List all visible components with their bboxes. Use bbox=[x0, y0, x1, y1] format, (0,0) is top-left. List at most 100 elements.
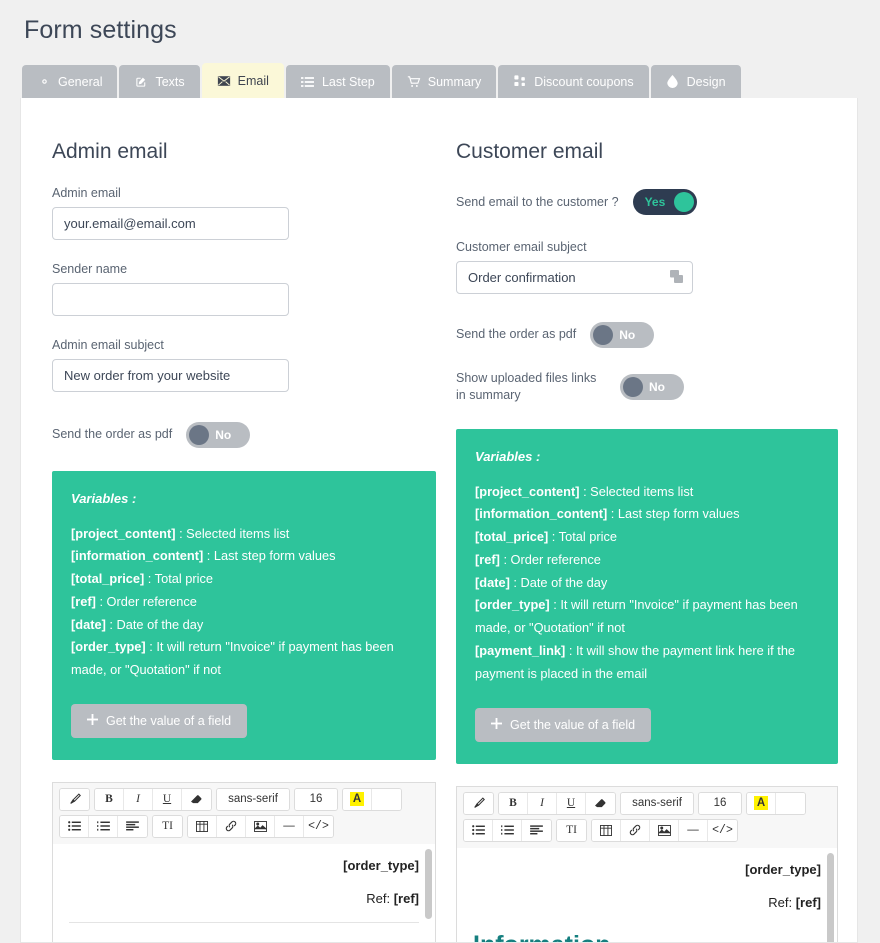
eraser-icon[interactable] bbox=[586, 792, 615, 814]
admin-pdf-toggle-row: Send the order as pdf No bbox=[52, 421, 452, 448]
variable-name: [ref] bbox=[71, 593, 96, 609]
link-icon[interactable] bbox=[621, 819, 650, 841]
variable-item: [project_content] : Selected items list bbox=[475, 481, 819, 504]
customer-editor-line-2: Ref: [ref] bbox=[473, 893, 821, 913]
admin-subject-label: Admin email subject bbox=[52, 337, 164, 352]
tab-summary[interactable]: Summary bbox=[391, 65, 497, 98]
toolbar-group: B I U bbox=[94, 787, 212, 811]
link-icon[interactable] bbox=[217, 815, 246, 837]
text-color-button[interactable]: A bbox=[747, 792, 776, 814]
admin-editor-toolbar: B I U sans-serif 16 A TI — </> bbox=[53, 782, 435, 844]
ordered-list-icon[interactable] bbox=[89, 815, 118, 837]
toolbar-row-2: TI — </> bbox=[463, 818, 831, 842]
list-icon bbox=[301, 75, 315, 89]
toolbar-row-1: B I U sans-serif 16 A bbox=[463, 791, 831, 815]
font-family-select[interactable]: sans-serif bbox=[217, 788, 289, 810]
editor-scrollbar[interactable] bbox=[425, 848, 432, 919]
duplicate-icon[interactable] bbox=[669, 269, 685, 285]
extra-button[interactable] bbox=[372, 788, 401, 810]
font-size-select[interactable]: 16 bbox=[295, 788, 337, 810]
admin-subject-input[interactable] bbox=[52, 358, 289, 392]
customer-send-toggle-row: Send email to the customer ? Yes bbox=[456, 189, 856, 215]
ref-value: [ref] bbox=[795, 894, 821, 910]
bold-button[interactable]: B bbox=[499, 792, 528, 814]
image-icon[interactable] bbox=[650, 819, 679, 841]
horizontal-rule-icon[interactable]: — bbox=[275, 815, 304, 837]
variable-name: [ref] bbox=[475, 551, 500, 567]
table-icon[interactable] bbox=[592, 819, 621, 841]
customer-editor-content[interactable]: [order_type] Ref: [ref] Information bbox=[457, 847, 837, 942]
admin-get-field-button[interactable]: Get the value of a field bbox=[71, 703, 248, 738]
admin-email-input[interactable] bbox=[52, 206, 289, 240]
toolbar-group: — </> bbox=[187, 814, 334, 838]
variable-desc: : Date of the day bbox=[509, 574, 608, 590]
scissors-icon bbox=[513, 75, 527, 89]
admin-editor-content[interactable]: [order_type] Ref: [ref] bbox=[53, 843, 435, 942]
variable-name: [total_price] bbox=[71, 571, 145, 587]
align-icon[interactable] bbox=[118, 815, 147, 837]
customer-get-field-button[interactable]: Get the value of a field bbox=[475, 707, 652, 742]
customer-uploads-toggle[interactable]: No bbox=[620, 373, 684, 400]
admin-get-field-label: Get the value of a field bbox=[106, 713, 232, 728]
unordered-list-icon[interactable] bbox=[464, 819, 493, 841]
editor-scrollbar[interactable] bbox=[827, 852, 834, 942]
variable-item: [project_content] : Selected items list bbox=[71, 523, 417, 546]
admin-variables-panel: Variables : [project_content] : Selected… bbox=[52, 470, 436, 760]
font-size-select[interactable]: 16 bbox=[699, 792, 741, 814]
underline-button[interactable]: U bbox=[153, 788, 182, 810]
variable-item: [information_content] : Last step form v… bbox=[475, 503, 819, 526]
tab-design-label: Design bbox=[686, 74, 726, 89]
bold-button[interactable]: B bbox=[95, 788, 124, 810]
horizontal-rule-icon[interactable]: — bbox=[679, 819, 708, 841]
customer-editor-line-1: [order_type] bbox=[745, 861, 821, 877]
tab-texts[interactable]: Texts bbox=[119, 65, 200, 98]
tab-general-label: General bbox=[58, 74, 103, 89]
tab-email[interactable]: Email bbox=[201, 63, 284, 98]
toolbar-group: TI bbox=[556, 818, 587, 842]
code-view-icon[interactable]: </> bbox=[708, 819, 737, 841]
toolbar-group: 16 bbox=[698, 791, 742, 815]
underline-button[interactable]: U bbox=[557, 792, 586, 814]
tab-discount-coupons-label: Discount coupons bbox=[534, 74, 634, 89]
paragraph-format-button[interactable]: TI bbox=[153, 815, 182, 837]
toolbar-group: TI bbox=[152, 814, 183, 838]
tab-discount-coupons[interactable]: Discount coupons bbox=[498, 65, 649, 98]
customer-variables-title: Variables : bbox=[475, 448, 541, 464]
format-brush-icon[interactable] bbox=[60, 788, 89, 810]
paragraph-format-button[interactable]: TI bbox=[557, 819, 586, 841]
admin-pdf-toggle[interactable]: No bbox=[186, 421, 251, 448]
text-color-button[interactable]: A bbox=[343, 788, 372, 810]
customer-subject-input[interactable] bbox=[456, 260, 693, 294]
table-icon[interactable] bbox=[188, 815, 217, 837]
unordered-list-icon[interactable] bbox=[60, 815, 89, 837]
code-view-icon[interactable]: </> bbox=[304, 815, 333, 837]
settings-tabs: General Texts Email Last Step Summary Di… bbox=[22, 63, 743, 98]
admin-editor-line-1: [order_type] bbox=[343, 857, 419, 873]
extra-button[interactable] bbox=[776, 792, 805, 814]
variable-item: [ref] : Order reference bbox=[475, 549, 819, 572]
italic-button[interactable]: I bbox=[528, 792, 557, 814]
tab-email-label: Email bbox=[237, 73, 269, 88]
customer-send-toggle[interactable]: Yes bbox=[632, 189, 697, 215]
variable-item: [ref] : Order reference bbox=[71, 591, 417, 614]
customer-pdf-label: Send the order as pdf bbox=[456, 327, 577, 342]
variable-name: [payment_link] bbox=[475, 642, 566, 658]
italic-button[interactable]: I bbox=[124, 788, 153, 810]
tab-general[interactable]: General bbox=[22, 65, 118, 98]
variable-name: [order_type] bbox=[475, 597, 550, 613]
format-brush-icon[interactable] bbox=[464, 792, 493, 814]
tab-last-step[interactable]: Last Step bbox=[285, 65, 390, 98]
ordered-list-icon[interactable] bbox=[493, 819, 522, 841]
tab-design[interactable]: Design bbox=[650, 65, 741, 98]
font-family-select[interactable]: sans-serif bbox=[621, 792, 693, 814]
toggle-knob bbox=[593, 324, 614, 345]
droplet-icon bbox=[666, 75, 680, 89]
admin-variables-title: Variables : bbox=[71, 490, 137, 506]
sender-name-input[interactable] bbox=[52, 282, 289, 316]
eraser-icon[interactable] bbox=[182, 788, 211, 810]
editor-divider bbox=[69, 922, 419, 924]
variable-item: [payment_link] : It will show the paymen… bbox=[475, 640, 819, 686]
customer-pdf-toggle[interactable]: No bbox=[590, 321, 655, 348]
align-icon[interactable] bbox=[522, 819, 551, 841]
image-icon[interactable] bbox=[246, 815, 275, 837]
